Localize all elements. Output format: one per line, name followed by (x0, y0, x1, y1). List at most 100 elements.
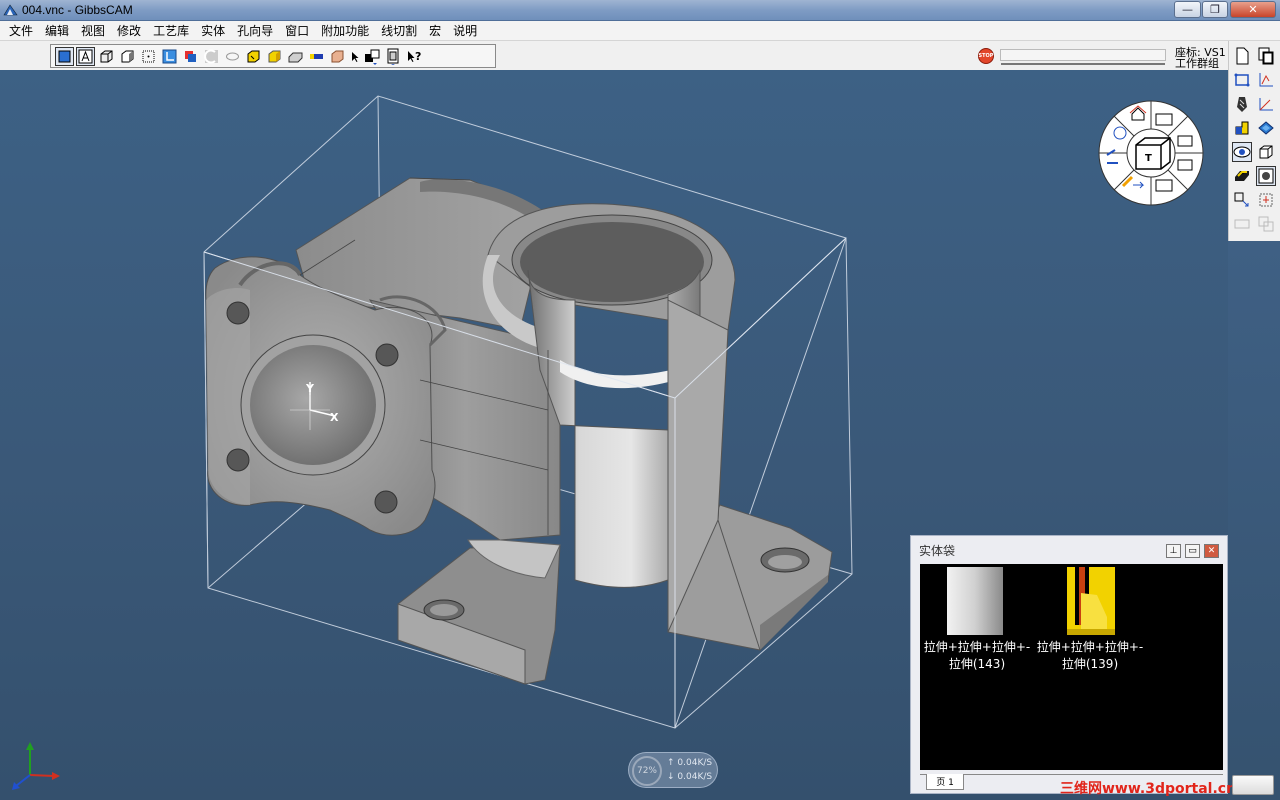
box-outline-icon (1259, 145, 1273, 159)
fillet-icon (204, 49, 218, 63)
new-document-button[interactable] (1232, 46, 1252, 66)
view-compass[interactable]: T (1098, 100, 1204, 206)
menu-wire-edm[interactable]: 线切割 (375, 22, 423, 39)
menu-file[interactable]: 文件 (3, 22, 39, 39)
disabled-tool-a[interactable] (1232, 214, 1252, 234)
wireframe-icon (58, 50, 71, 62)
color-select-button[interactable] (181, 47, 200, 66)
ucs-y-label: Y (305, 382, 315, 395)
svg-text:T: T (1145, 153, 1152, 164)
close-panel-button[interactable]: ✕ (1204, 544, 1219, 558)
rotate-view-icon[interactable] (1113, 126, 1127, 140)
disabled-frame-icon (1234, 219, 1250, 229)
gray-slab-icon (288, 52, 303, 62)
menu-window[interactable]: 窗口 (279, 22, 315, 39)
stock-button[interactable] (328, 47, 347, 66)
top-view-icon[interactable] (1155, 113, 1173, 126)
surface-tool-button[interactable] (1256, 118, 1276, 138)
multi-select-button[interactable] (363, 47, 382, 66)
menu-plugins[interactable]: 附加功能 (315, 22, 375, 39)
viewport-extension (1228, 241, 1280, 800)
window-title: 004.vnc - GibbsCAM (22, 3, 133, 17)
bottom-right-button[interactable] (1232, 775, 1274, 795)
front-view-icon[interactable] (1155, 179, 1173, 192)
close-button[interactable]: ✕ (1230, 1, 1276, 18)
minimize-button[interactable]: — (1174, 1, 1201, 18)
context-help-button[interactable]: ? (405, 47, 424, 66)
select-body-button[interactable] (307, 47, 326, 66)
profile-tool-button[interactable] (1232, 118, 1252, 138)
solid-bag-title: 实体袋 (919, 544, 956, 558)
right-tool-palette (1228, 41, 1280, 241)
text-display-button[interactable] (76, 46, 95, 66)
pipe-button[interactable] (223, 47, 242, 66)
curve-tool-button[interactable] (1256, 70, 1276, 90)
copy-document-button[interactable] (1256, 46, 1276, 66)
pin-panel-button[interactable]: ⊥ (1166, 544, 1181, 558)
render-cube-icon (1258, 168, 1274, 184)
menu-help[interactable]: 说明 (447, 22, 483, 39)
solid-item-143-line2: 拉伸(143) (948, 657, 1006, 671)
anchor-button[interactable] (1256, 190, 1276, 210)
angle-icon (1259, 98, 1273, 111)
solid-thumbnail-139[interactable] (1067, 567, 1115, 635)
yellow-face-icon (268, 50, 281, 62)
eye-icon (1233, 146, 1251, 158)
ucs-x-label: X (330, 411, 339, 424)
stop-button[interactable]: STOP (978, 48, 994, 64)
solid-bag-list[interactable]: 拉伸+拉伸+拉伸+- 拉伸(143) 拉伸+拉伸+拉伸+- 拉伸(139) (920, 564, 1223, 770)
upload-speed: ↑ 0.04K/S (667, 758, 713, 768)
center-point-button[interactable] (139, 47, 158, 66)
progress-bar (1000, 49, 1166, 65)
render-mode-button[interactable] (1256, 166, 1276, 186)
minimize-icon: — (1182, 3, 1193, 16)
angle-tool-button[interactable] (1256, 94, 1276, 114)
menu-modify[interactable]: 修改 (111, 22, 147, 39)
window-select-button[interactable] (384, 47, 403, 66)
main-toolbar: ? STOP 座标: VS1 工作群组 (0, 41, 1228, 70)
iso-view-icon[interactable] (1177, 159, 1193, 171)
transform-arrows-icon (1234, 192, 1249, 207)
restore-button[interactable]: ❐ (1202, 1, 1228, 18)
menu-edit[interactable]: 编辑 (39, 22, 75, 39)
box-view-button[interactable] (1256, 142, 1276, 162)
stock-block-icon (331, 50, 344, 62)
menu-macro[interactable]: 宏 (423, 22, 447, 39)
pointer-button[interactable] (349, 47, 361, 66)
tool-holder-button[interactable] (1232, 94, 1252, 114)
solid-item-143-line1: 拉伸+拉伸+拉伸+- (923, 640, 1031, 654)
solid-item-139-line1: 拉伸+拉伸+拉伸+- (1036, 640, 1144, 654)
disabled-tool-b[interactable] (1256, 214, 1276, 234)
solid-item-label-139: 拉伸+拉伸+拉伸+- 拉伸(139) (1035, 639, 1145, 673)
rectangle-tool-button[interactable] (1232, 70, 1252, 90)
menu-solids[interactable]: 实体 (195, 22, 231, 39)
side-view-icon[interactable] (1177, 135, 1193, 147)
minimize-panel-button[interactable]: ▭ (1185, 544, 1200, 558)
fillet-button[interactable] (202, 47, 221, 66)
color-cube-icon (185, 50, 196, 62)
drill-bit-icon (1237, 97, 1247, 112)
transform-button[interactable] (1232, 190, 1252, 210)
dotted-frame-icon (142, 50, 155, 62)
tab-page-1[interactable]: 页 1 (926, 774, 964, 790)
title-bar: 004.vnc - GibbsCAM — ❐ ✕ (0, 0, 1280, 21)
solid-box-button[interactable] (97, 47, 116, 66)
solid-item-label-143: 拉伸+拉伸+拉伸+- 拉伸(143) (922, 639, 1032, 673)
view-toggle-button[interactable] (1232, 142, 1252, 162)
select-solid-button[interactable] (244, 47, 263, 66)
select-edge-button[interactable] (286, 47, 305, 66)
minimize-panel-icon: ▭ (1188, 546, 1197, 556)
select-face-button[interactable] (265, 47, 284, 66)
part-tool-button[interactable] (1232, 166, 1252, 186)
shaded-box-button[interactable] (118, 47, 137, 66)
corner-button[interactable] (160, 47, 179, 66)
cube-shaded-icon (121, 50, 134, 62)
documents-stack-icon (1258, 47, 1274, 65)
menu-view[interactable]: 视图 (75, 22, 111, 39)
menu-process-library[interactable]: 工艺库 (147, 22, 195, 39)
network-percent: 72% (632, 756, 662, 786)
menu-hole-wizard[interactable]: 孔向导 (231, 22, 279, 39)
solid-thumbnail-143[interactable] (947, 567, 1003, 635)
rectangle-icon (1234, 73, 1250, 87)
wireframe-button[interactable] (55, 46, 74, 66)
